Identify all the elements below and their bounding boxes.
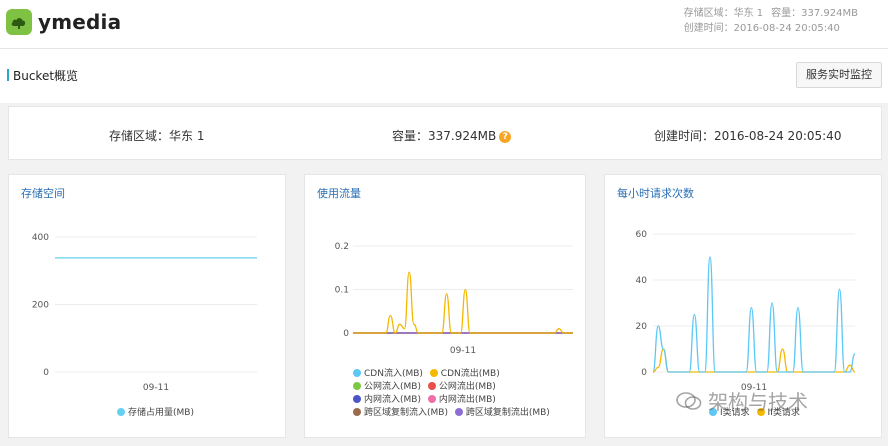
y-tick-label: 60 <box>636 230 648 240</box>
title-accent-bar <box>7 69 9 81</box>
meta-created: 创建时间：2016-08-24 20:05:40 <box>683 23 840 34</box>
legend-dot <box>353 395 361 403</box>
legend-dot <box>427 395 436 403</box>
y-tick-label: 0.2 <box>335 242 349 252</box>
legend-item[interactable]: CDN流出(MB) <box>429 368 500 381</box>
legend-item[interactable]: 公网流出(MB) <box>427 381 496 394</box>
legend-label: 跨区域复制流入(MB) <box>364 408 448 418</box>
bucket-name: ymedia <box>38 10 122 34</box>
legend-dot <box>353 369 361 377</box>
legend-dot <box>353 408 361 416</box>
legend-dot <box>117 408 125 416</box>
legend-item[interactable]: 存储占用量(MB) <box>117 407 194 420</box>
storage-legend: 存储占用量(MB) <box>117 407 198 420</box>
y-tick-label: 0 <box>641 368 647 378</box>
legend-item[interactable]: 公网流入(MB) <box>353 381 421 394</box>
legend-dot <box>454 408 463 416</box>
storage-panel: 存储空间 0 200 400 09-11 存储占用量(MB) <box>8 174 286 438</box>
legend-item[interactable]: 跨区域复制流入(MB) <box>353 407 448 420</box>
summary-created: 创建时间：2016-08-24 20:05:40 <box>654 129 842 143</box>
y-tick-label: 0.1 <box>335 286 349 296</box>
help-icon[interactable]: ? <box>499 131 512 143</box>
legend-item[interactable]: 内网流入(MB) <box>353 394 421 407</box>
y-tick-label: 400 <box>32 233 49 243</box>
legend-dot <box>353 382 361 390</box>
summary-capacity-wrap: 容量：337.924MB? <box>392 127 512 144</box>
y-tick-label: 40 <box>636 276 648 286</box>
y-tick-label: 200 <box>32 301 49 311</box>
meta-region: 存储区域：华东 1 <box>683 8 764 19</box>
legend-label: 公网流入(MB) <box>364 382 421 392</box>
y-tick-label: 20 <box>636 322 648 332</box>
summary-region: 存储区域：华东 1 <box>109 129 205 143</box>
x-tick-label: 09-11 <box>450 346 476 356</box>
watermark: 架构与技术 <box>676 386 808 416</box>
legend-label: 公网流出(MB) <box>438 382 496 392</box>
legend-label: 存储占用量(MB) <box>128 408 194 418</box>
page-title: Bucket概览 <box>13 69 79 83</box>
bucket-meta: 存储区域：华东 1 容量：337.924MB 创建时间：2016-08-24 20… <box>684 6 858 36</box>
legend-label: 内网流入(MB) <box>364 395 421 405</box>
y-tick-label: 0 <box>343 329 349 339</box>
overview-header <box>0 49 888 103</box>
cloud-logo-icon <box>6 9 32 35</box>
watermark-text: 架构与技术 <box>708 390 808 414</box>
meta-capacity: 容量：337.924MB <box>771 8 858 19</box>
legend-label: 跨区域复制流出(MB) <box>465 408 550 418</box>
top-bar: ymedia 存储区域：华东 1 容量：337.924MB 创建时间：2016-0… <box>0 0 888 49</box>
traffic-legend: CDN流入(MB) CDN流出(MB) 公网流入(MB) 公网流出(MB) 内网… <box>353 368 554 420</box>
legend-label: CDN流出(MB) <box>440 369 500 379</box>
legend-dot <box>427 382 436 390</box>
series-line <box>652 256 856 373</box>
wechat-icon <box>676 391 702 416</box>
legend-dot <box>429 369 438 377</box>
legend-label: 内网流出(MB) <box>438 395 496 405</box>
summary-capacity: 容量：337.924MB <box>392 129 497 143</box>
series-line <box>352 271 573 334</box>
summary-card: 存储区域：华东 1 容量：337.924MB? 创建时间：2016-08-24 … <box>8 106 882 160</box>
legend-item[interactable]: CDN流入(MB) <box>353 368 423 381</box>
legend-item[interactable]: 跨区域复制流出(MB) <box>454 407 550 420</box>
legend-item[interactable]: 内网流出(MB) <box>427 394 496 407</box>
traffic-panel: 使用流量 0 0.1 0.2 09-11 CDN流入(MB) CDN流出(MB) 公网… <box>304 174 586 438</box>
storage-chart: 0 200 400 09-11 <box>32 233 257 393</box>
realtime-monitor-button[interactable]: 服务实时监控 <box>796 62 882 88</box>
x-tick-label: 09-11 <box>143 383 169 393</box>
legend-label: CDN流入(MB) <box>364 369 423 379</box>
y-tick-label: 0 <box>43 368 49 378</box>
